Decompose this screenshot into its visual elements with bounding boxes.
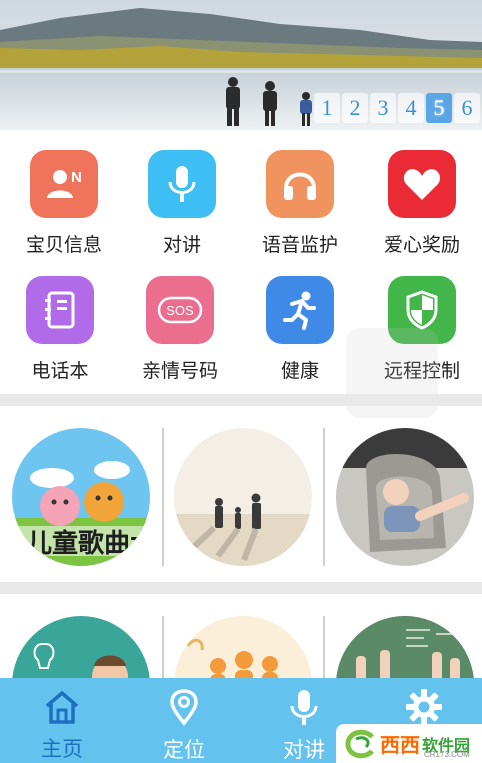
grid-item-intercom[interactable]: 对讲 <box>122 140 242 260</box>
child-info-icon: N <box>30 150 98 218</box>
watermark-logo-icon <box>345 729 374 758</box>
microphone-icon <box>288 688 320 726</box>
family-silhouette-thumbnail[interactable] <box>174 616 312 678</box>
sos-icon: SOS <box>146 276 214 344</box>
column-separator <box>323 616 325 678</box>
nav-label: 对讲 <box>283 739 325 762</box>
watermark-domain: CR173.COM <box>424 750 470 759</box>
headphones-icon <box>266 150 334 218</box>
home-icon <box>43 688 81 725</box>
gear-icon <box>404 688 444 726</box>
page-indicator-1[interactable]: 1 <box>314 93 340 123</box>
banner-pager: 1 2 3 4 5 6 <box>314 93 480 123</box>
phonebook-icon <box>26 276 94 344</box>
grid-item-phonebook[interactable]: 电话本 <box>0 266 120 386</box>
grid-item-voice-monitor[interactable]: 语音监护 <box>240 140 360 260</box>
location-pin-icon <box>168 688 200 726</box>
grid-item-label: 电话本 <box>31 361 89 382</box>
grid-item-baby-info[interactable]: N 宝贝信息 <box>4 140 124 260</box>
feed-row <box>0 596 482 678</box>
classroom-hands-thumbnail[interactable] <box>336 616 474 678</box>
nav-location[interactable]: 定位 <box>124 678 244 763</box>
page-indicator-5[interactable]: 5 <box>426 93 452 123</box>
grid-item-label: 宝贝信息 <box>25 235 102 256</box>
svg-text:N: N <box>71 169 82 186</box>
site-watermark: 西西 软件园 CR173.COM <box>336 724 482 763</box>
feed-row: 儿童歌曲大 <box>0 408 482 580</box>
column-separator <box>162 428 164 566</box>
section-divider <box>0 394 482 406</box>
child-car-seat-thumbnail[interactable] <box>336 428 474 566</box>
column-separator <box>162 616 164 678</box>
running-icon <box>266 276 334 344</box>
page-indicator-4[interactable]: 4 <box>398 93 424 123</box>
grid-item-label: 健康 <box>280 361 319 382</box>
page-indicator-2[interactable]: 2 <box>342 93 368 123</box>
grid-item-health[interactable]: 健康 <box>240 266 360 386</box>
grid-item-love-reward[interactable]: 爱心奖励 <box>362 140 482 260</box>
page-indicator-3[interactable]: 3 <box>370 93 396 123</box>
banner-carousel[interactable]: 1 2 3 4 5 6 <box>0 0 482 130</box>
children-songs-thumbnail[interactable]: 儿童歌曲大 <box>12 428 150 566</box>
boy-idea-thumbnail[interactable] <box>12 616 150 678</box>
column-separator <box>323 428 325 566</box>
nav-home[interactable]: 主页 <box>2 678 122 763</box>
page-indicator-6[interactable]: 6 <box>454 93 480 123</box>
watermark-main-text: 西西 <box>380 735 420 757</box>
nav-label: 主页 <box>41 738 83 761</box>
grid-item-family-numbers[interactable]: SOS 亲情号码 <box>120 266 240 386</box>
family-beach-thumbnail[interactable] <box>174 428 312 566</box>
microphone-icon <box>148 150 216 218</box>
grid-item-label: 亲情号码 <box>141 361 218 382</box>
grid-item-label: 对讲 <box>162 235 201 256</box>
section-divider <box>0 582 482 594</box>
heart-icon <box>388 150 456 218</box>
grid-item-label: 语音监护 <box>261 235 338 256</box>
sos-text: SOS <box>166 303 194 318</box>
grid-item-label: 爱心奖励 <box>383 235 460 256</box>
nav-label: 定位 <box>163 739 205 762</box>
thumbnail-caption: 儿童歌曲大 <box>26 528 150 559</box>
